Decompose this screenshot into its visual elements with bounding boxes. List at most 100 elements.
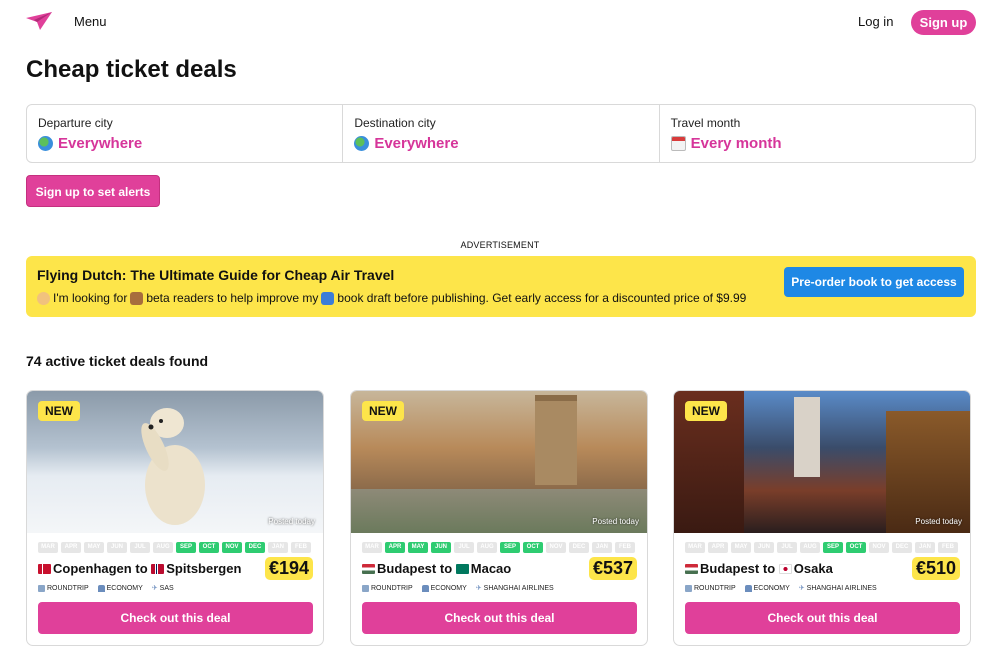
cabin-class: ECONOMY <box>421 584 467 592</box>
month-chip-nov: NOV <box>869 542 889 553</box>
roundtrip-icon <box>685 584 692 592</box>
signup-button[interactable]: Sign up <box>911 10 976 35</box>
month-chip-nov: NOV <box>546 542 566 553</box>
deal-card[interactable]: NEW Posted today MAR APR MAY JUN JUL AUG SEP OC… <box>26 390 324 646</box>
menu-button[interactable]: Menu <box>74 14 107 29</box>
new-badge: NEW <box>362 401 404 421</box>
seat-icon <box>421 584 429 592</box>
travel-month-filter[interactable]: Travel month Every month <box>658 105 975 162</box>
street-signs-image <box>886 411 970 533</box>
deal-price: €537 <box>588 557 637 580</box>
month-chip-jan: JAN <box>268 542 288 553</box>
ad-text-part: book draft before publishing. Get early … <box>337 291 747 305</box>
deal-image: NEW Posted today <box>351 391 647 533</box>
check-out-deal-button[interactable]: Check out this deal <box>362 602 637 634</box>
people-icon <box>130 291 144 305</box>
month-chip-aug: AUG <box>477 542 497 553</box>
posted-date: Posted today <box>592 517 639 526</box>
ad-title: Flying Dutch: The Ultimate Guide for Che… <box>37 267 395 283</box>
airline: ✈ SAS <box>151 584 174 593</box>
airline-label: SHANGHAI AIRLINES <box>806 584 877 592</box>
filter-value: Everywhere <box>374 135 459 152</box>
month-chip-aug: AUG <box>800 542 820 553</box>
posted-date: Posted today <box>268 517 315 526</box>
deal-route: Budapest to Osaka <box>685 561 833 576</box>
trip-type-label: ROUNDTRIP <box>371 584 413 592</box>
check-out-deal-button[interactable]: Check out this deal <box>38 602 313 634</box>
month-chip-mar: MAR <box>685 542 705 553</box>
month-chip-sep: SEP <box>500 542 520 553</box>
top-bar: Menu Log in Sign up <box>0 0 1000 44</box>
preorder-book-button[interactable]: Pre-order book to get access <box>784 267 964 297</box>
month-chip-dec: DEC <box>569 542 589 553</box>
advertisement-label: ADVERTISEMENT <box>460 240 540 250</box>
filter-label: Travel month <box>670 116 741 130</box>
route-connector: to <box>439 561 453 576</box>
month-chip-may: MAY <box>408 542 428 553</box>
deal-card[interactable]: NEW Posted today MAR APR MAY JUN JUL AUG SEP OC… <box>673 390 971 646</box>
trip-type: ROUNDTRIP <box>38 584 89 592</box>
deal-price: €194 <box>264 557 313 580</box>
trip-type-label: ROUNDTRIP <box>47 584 89 592</box>
month-chip-oct: OCT <box>199 542 219 553</box>
polar-bear-image <box>141 408 205 525</box>
month-chip-jul: JUL <box>777 542 797 553</box>
plane-icon: ✈ <box>151 585 158 592</box>
trip-type: ROUNDTRIP <box>685 584 736 592</box>
cabin-class: ECONOMY <box>744 584 790 592</box>
month-availability: MAR APR MAY JUN JUL AUG SEP OCT NOV DEC JAN FEB <box>685 542 958 553</box>
month-availability: MAR APR MAY JUN JUL AUG SEP OCT NOV DEC JAN FEB <box>38 542 311 553</box>
cabin-class-label: ECONOMY <box>430 584 467 592</box>
destination-city: Osaka <box>793 561 833 576</box>
posted-date: Posted today <box>915 517 962 526</box>
deal-route: Budapest to Macao <box>362 561 511 576</box>
month-chip-jan: JAN <box>592 542 612 553</box>
deal-meta: ROUNDTRIP ECONOMY ✈ SHANGHAI AIRLINES <box>362 584 554 592</box>
ad-banner: Flying Dutch: The Ultimate Guide for Che… <box>26 256 976 317</box>
route-connector: to <box>135 561 148 576</box>
month-chip-jun: JUN <box>431 542 451 553</box>
filter-label: Destination city <box>354 116 436 130</box>
month-chip-dec: DEC <box>245 542 265 553</box>
deal-card[interactable]: NEW Posted today MAR APR MAY JUN JUL AUG SEP OC… <box>350 390 648 646</box>
set-alerts-button[interactable]: Sign up to set alerts <box>26 175 160 207</box>
destination-city-filter[interactable]: Destination city Everywhere <box>342 105 658 162</box>
airline: ✈ SHANGHAI AIRLINES <box>798 584 877 593</box>
airline-label: SAS <box>159 584 174 592</box>
month-chip-feb: FEB <box>291 542 311 553</box>
month-chip-mar: MAR <box>362 542 382 553</box>
airline: ✈ SHANGHAI AIRLINES <box>476 584 554 593</box>
month-chip-jul: JUL <box>454 542 474 553</box>
month-chip-apr: APR <box>385 542 405 553</box>
login-link[interactable]: Log in <box>858 14 893 29</box>
calendar-icon <box>670 136 686 151</box>
book-icon <box>321 291 335 305</box>
check-out-deal-button[interactable]: Check out this deal <box>685 602 960 634</box>
departure-city-filter[interactable]: Departure city Everywhere <box>27 105 342 162</box>
month-chip-apr: APR <box>708 542 728 553</box>
seat-icon <box>97 584 105 592</box>
origin-city: Budapest <box>377 561 437 576</box>
deal-route: Copenhagen to Spitsbergen <box>38 561 241 576</box>
paper-plane-logo-icon[interactable] <box>26 12 52 30</box>
deals-count: 74 active ticket deals found <box>26 353 209 369</box>
deal-image: NEW Posted today <box>27 391 323 533</box>
month-chip-aug: AUG <box>153 542 173 553</box>
origin-city: Copenhagen <box>53 561 132 576</box>
roundtrip-icon <box>362 584 369 592</box>
month-chip-may: MAY <box>84 542 104 553</box>
month-chip-jun: JUN <box>754 542 774 553</box>
ruins-facade-image <box>535 395 577 485</box>
hungary-flag-icon <box>362 563 375 574</box>
month-chip-may: MAY <box>731 542 751 553</box>
filter-value: Everywhere <box>58 135 143 152</box>
trip-type-label: ROUNDTRIP <box>694 584 736 592</box>
cabin-class: ECONOMY <box>97 584 143 592</box>
hungary-flag-icon <box>685 563 698 574</box>
filter-label: Departure city <box>38 116 113 130</box>
waving-hand-icon <box>37 291 50 305</box>
ad-text: I'm looking for beta readers to help imp… <box>37 291 746 305</box>
city-plaza-image <box>351 489 647 533</box>
plane-icon: ✈ <box>798 585 805 592</box>
month-chip-sep: SEP <box>823 542 843 553</box>
